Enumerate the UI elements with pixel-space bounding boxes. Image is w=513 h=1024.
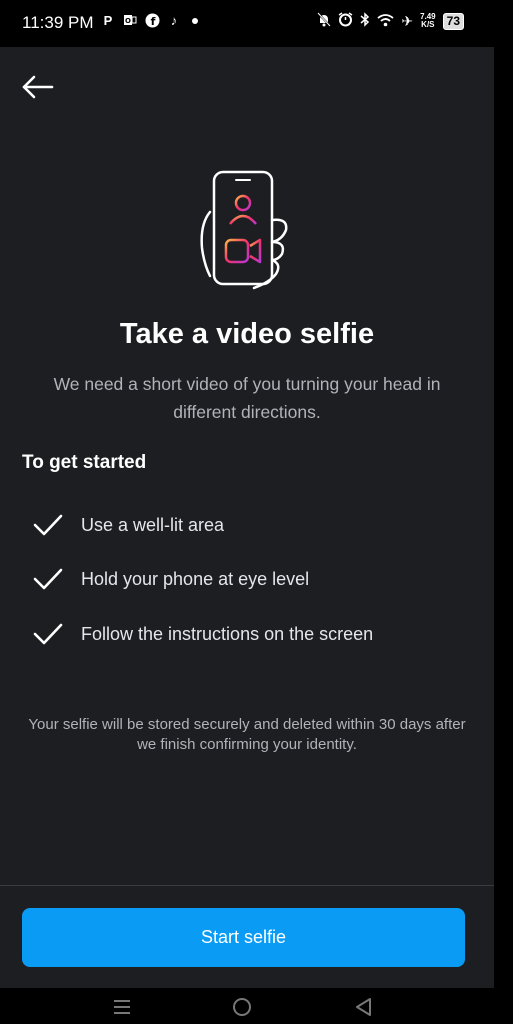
svg-text:f: f xyxy=(150,15,155,28)
status-time: 11:39 PM xyxy=(22,13,94,32)
checklist-label: Follow the instructions on the screen xyxy=(81,623,374,644)
bluetooth-icon xyxy=(360,12,370,30)
net-speed: 7.49 K/S xyxy=(420,13,436,29)
mute-bell-icon xyxy=(317,12,332,30)
home-icon[interactable] xyxy=(230,996,254,1018)
page-title: Take a video selfie xyxy=(119,318,375,350)
arrow-left-icon xyxy=(22,75,54,99)
checkmark-icon xyxy=(33,514,63,536)
list-item: Use a well-lit area xyxy=(33,510,473,540)
status-bar: 11:39 PM P O f ♪ ✈ 7.49 K/S 73 xyxy=(0,0,494,47)
list-item: Follow the instructions on the screen xyxy=(33,619,473,649)
outlook-icon: O xyxy=(122,13,138,29)
back-triangle-icon[interactable] xyxy=(352,996,376,1018)
svg-text:O: O xyxy=(125,17,131,25)
p-icon: P xyxy=(103,13,113,28)
battery-level: 73 xyxy=(442,12,464,30)
menu-icon[interactable] xyxy=(110,996,134,1018)
divider xyxy=(0,885,494,886)
airplane-icon: ✈ xyxy=(401,12,414,29)
phone-selfie-icon xyxy=(192,168,292,296)
status-right-icons: ✈ 7.49 K/S 73 xyxy=(317,12,464,30)
back-button[interactable] xyxy=(20,70,56,106)
checkmark-icon xyxy=(33,568,63,590)
dot-icon xyxy=(192,18,198,24)
wifi-icon xyxy=(377,13,394,30)
start-selfie-button[interactable]: Start selfie xyxy=(22,908,465,967)
tiktok-icon: ♪ xyxy=(170,13,178,28)
system-nav-bar xyxy=(0,988,494,1024)
checklist-label: Hold your phone at eye level xyxy=(81,568,310,589)
page-subtitle: We need a short video of you turning you… xyxy=(53,374,441,422)
status-left-icons: P O f ♪ xyxy=(100,13,198,29)
alarm-icon xyxy=(338,12,353,30)
list-item: Hold your phone at eye level xyxy=(33,564,473,594)
section-heading: To get started xyxy=(22,452,147,473)
screen: 11:39 PM P O f ♪ ✈ 7.49 K/S 73 Take a vi… xyxy=(0,0,494,1024)
privacy-footnote: Your selfie will be stored securely and … xyxy=(28,716,466,753)
checkmark-icon xyxy=(33,623,63,645)
facebook-icon: f xyxy=(144,13,160,29)
checklist-label: Use a well-lit area xyxy=(81,514,225,535)
net-speed-unit: K/S xyxy=(421,20,435,29)
